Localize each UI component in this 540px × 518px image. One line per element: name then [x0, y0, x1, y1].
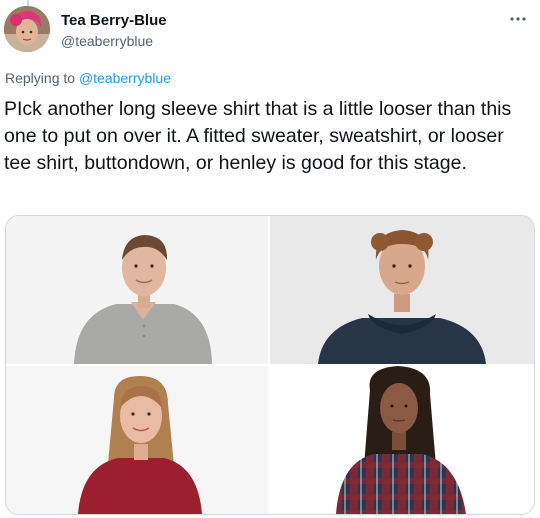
avatar[interactable] — [4, 6, 50, 52]
more-horizontal-icon — [510, 17, 526, 21]
author-handle[interactable]: @teaberryblue — [61, 32, 167, 50]
tweet-header: Tea Berry-Blue @teaberryblue — [4, 6, 532, 56]
more-options-button[interactable] — [506, 12, 530, 28]
photo-woman-red-tee[interactable] — [6, 366, 268, 514]
replying-to-label: Replying to — [5, 70, 76, 86]
media-grid — [5, 215, 535, 515]
replying-to-handle-link[interactable]: @teaberryblue — [79, 70, 171, 86]
author-display-name[interactable]: Tea Berry-Blue — [61, 12, 167, 30]
author-names: Tea Berry-Blue @teaberryblue — [61, 12, 167, 50]
photo-woman-flannel[interactable] — [270, 366, 534, 514]
photo-man-hoodie[interactable] — [270, 216, 534, 364]
tweet-text: PIck another long sleeve shirt that is a… — [4, 98, 512, 174]
replying-to: Replying to @teaberryblue — [5, 70, 171, 86]
photo-man-henley[interactable] — [6, 216, 268, 364]
